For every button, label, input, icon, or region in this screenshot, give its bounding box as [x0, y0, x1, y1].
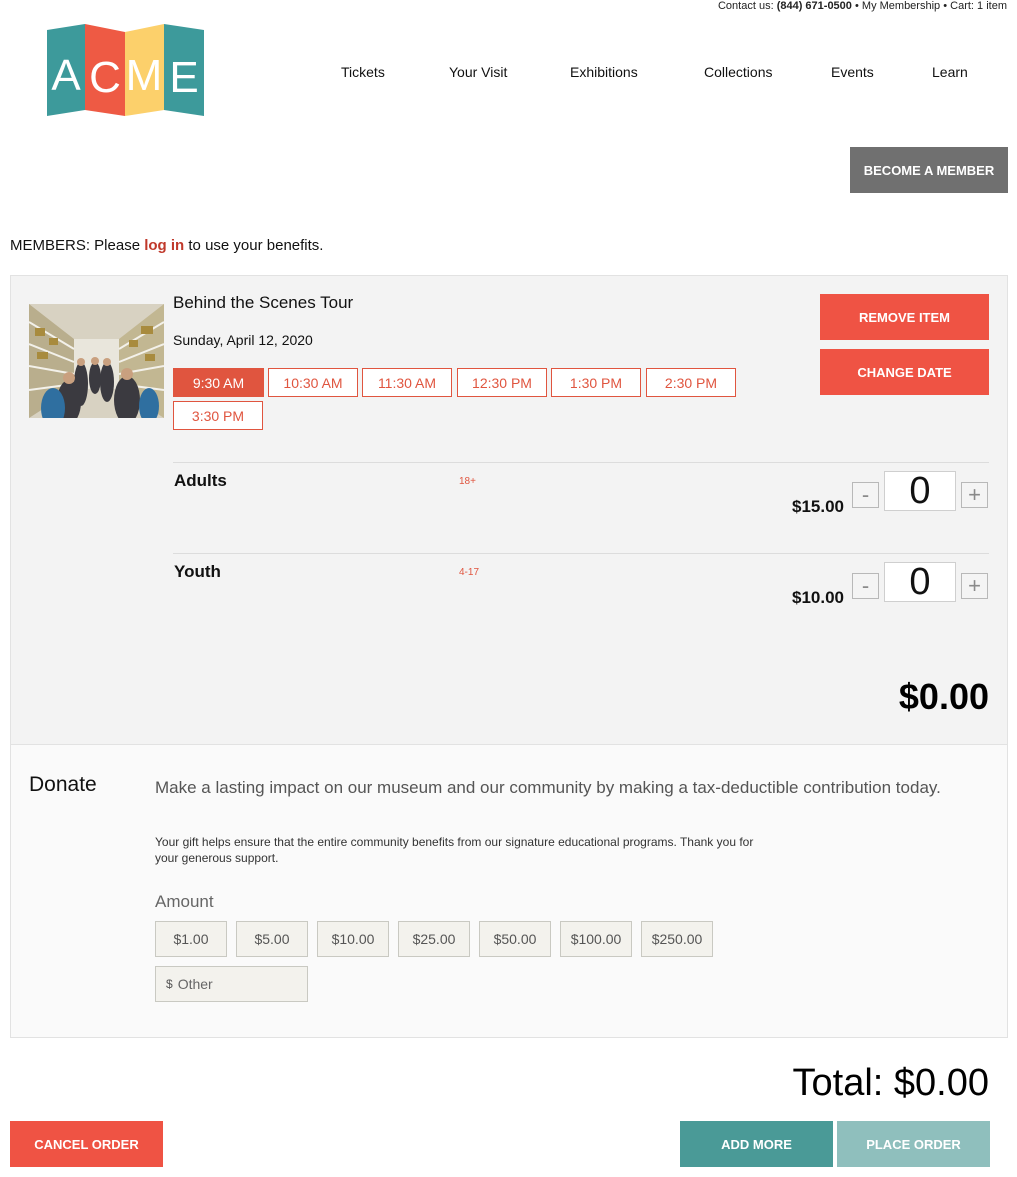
- amount-label: Amount: [155, 892, 214, 911]
- other-amount-field[interactable]: $: [155, 966, 308, 1002]
- donation-amount-button[interactable]: $10.00: [317, 921, 389, 957]
- my-membership-link[interactable]: My Membership: [862, 0, 940, 12]
- members-suffix: to use your benefits.: [188, 237, 324, 254]
- ticket-type-adults: Adults: [174, 471, 227, 490]
- add-more-button[interactable]: ADD MORE: [680, 1121, 833, 1167]
- time-slot[interactable]: 2:30 PM: [646, 368, 736, 397]
- time-slot[interactable]: 3:30 PM: [173, 401, 263, 430]
- nav-tickets[interactable]: Tickets: [341, 64, 385, 80]
- logo-letter: M: [126, 51, 163, 100]
- plus-icon: +: [968, 573, 981, 598]
- row-divider: [173, 462, 989, 463]
- contact-phone[interactable]: (844) 671-0500: [777, 0, 852, 12]
- minus-icon: -: [861, 573, 870, 598]
- adults-quantity-input[interactable]: 0: [884, 470, 956, 512]
- ticket-price: $10.00: [792, 588, 844, 607]
- cancel-order-button[interactable]: CANCEL ORDER: [10, 1121, 163, 1167]
- increase-adults-button[interactable]: +: [961, 482, 988, 508]
- acme-logo[interactable]: A C M E: [47, 24, 204, 116]
- donation-amount-button[interactable]: $1.00: [155, 921, 227, 957]
- donate-heading: Donate: [29, 773, 97, 796]
- cart-link[interactable]: Cart: 1 item: [950, 0, 1007, 12]
- item-title: Behind the Scenes Tour: [173, 293, 354, 312]
- nav-learn[interactable]: Learn: [932, 64, 968, 80]
- logo-letter: C: [89, 53, 121, 102]
- nav-your-visit[interactable]: Your Visit: [449, 64, 507, 80]
- utility-separator: •: [943, 0, 948, 12]
- donation-amount-button[interactable]: $250.00: [641, 921, 713, 957]
- time-slot-selected[interactable]: 9:30 AM: [173, 368, 264, 397]
- remove-item-button[interactable]: REMOVE ITEM: [820, 294, 989, 340]
- utility-bar: Contact us: (844) 671-0500 • My Membersh…: [718, 0, 1007, 13]
- nav-collections[interactable]: Collections: [704, 64, 772, 80]
- item-subtotal: $0.00: [898, 676, 989, 717]
- tour-thumbnail-image: [29, 304, 164, 418]
- plus-icon: +: [968, 482, 981, 507]
- members-login-notice: MEMBERS: Please log in to use your benef…: [10, 237, 323, 254]
- place-order-button[interactable]: PLACE ORDER: [837, 1121, 990, 1167]
- time-slot[interactable]: 10:30 AM: [268, 368, 358, 397]
- order-total: Total: $0.00: [792, 1062, 989, 1104]
- row-divider: [173, 553, 989, 554]
- minus-icon: -: [861, 482, 870, 507]
- nav-events[interactable]: Events: [831, 64, 874, 80]
- decrease-adults-button[interactable]: -: [852, 482, 879, 508]
- donation-amount-button[interactable]: $25.00: [398, 921, 470, 957]
- time-slot[interactable]: 12:30 PM: [457, 368, 547, 397]
- logo-letter: E: [169, 53, 198, 102]
- nav-exhibitions[interactable]: Exhibitions: [570, 64, 638, 80]
- ticket-age-range: 18+: [459, 476, 476, 487]
- ticket-type-youth: Youth: [174, 562, 221, 581]
- increase-youth-button[interactable]: +: [961, 573, 988, 599]
- youth-quantity-input[interactable]: 0: [884, 561, 956, 603]
- donate-lead-text: Make a lasting impact on our museum and …: [155, 778, 941, 797]
- donation-amount-button[interactable]: $5.00: [236, 921, 308, 957]
- utility-separator: •: [854, 0, 859, 12]
- login-link[interactable]: log in: [144, 237, 184, 254]
- ticket-age-range: 4-17: [459, 567, 480, 578]
- donate-sub-text: Your gift helps ensure that the entire c…: [155, 835, 754, 865]
- become-member-button[interactable]: BECOME A MEMBER: [850, 147, 1008, 193]
- other-amount-input[interactable]: [177, 976, 288, 992]
- ticket-price: $15.00: [792, 497, 844, 516]
- contact-label: Contact us:: [717, 0, 774, 12]
- change-date-button[interactable]: CHANGE DATE: [820, 349, 989, 395]
- logo-letter: A: [51, 51, 81, 100]
- donation-amount-button[interactable]: $50.00: [479, 921, 551, 957]
- donation-amount-button[interactable]: $100.00: [560, 921, 632, 957]
- item-date: Sunday, April 12, 2020: [173, 332, 313, 348]
- members-prefix: MEMBERS: Please: [10, 237, 141, 254]
- time-slot[interactable]: 11:30 AM: [362, 368, 452, 397]
- time-slot[interactable]: 1:30 PM: [551, 368, 641, 397]
- currency-symbol: $: [166, 977, 173, 991]
- decrease-youth-button[interactable]: -: [852, 573, 879, 599]
